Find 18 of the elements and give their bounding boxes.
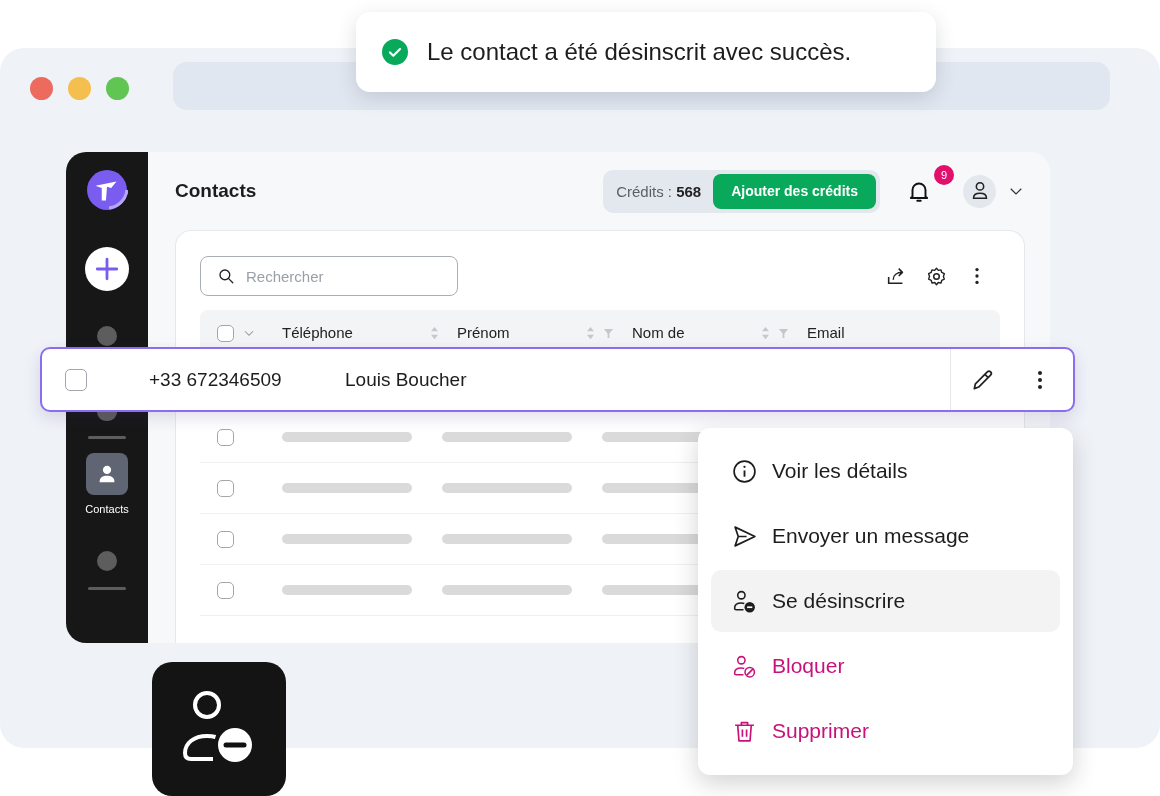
column-header[interactable]: Prénom	[457, 322, 510, 344]
notification-badge: 9	[934, 165, 954, 185]
menu-item[interactable]: Bloquer	[711, 635, 1060, 697]
column-header[interactable]: Nom de	[632, 322, 685, 344]
credits-count: Crédits : 568	[615, 182, 703, 200]
name-cell-text: Louis Boucher	[345, 368, 468, 391]
nav-label: Contacts	[85, 503, 129, 515]
search-field[interactable]: Rechercher	[200, 256, 458, 296]
column-header[interactable]: Téléphone	[282, 322, 353, 344]
phone-cell-text: +33 672346509	[149, 368, 283, 391]
toast-message: Le contact a été désinscrit avec succès.	[427, 38, 852, 66]
menu-item[interactable]: Envoyer un message	[711, 505, 1060, 567]
column-header[interactable]: Email	[807, 322, 845, 344]
menu-item[interactable]: Se désinscrire	[711, 570, 1060, 632]
page-title: Contacts	[175, 180, 258, 202]
menu-item[interactable]: Voir les détails	[711, 440, 1060, 502]
contact-row[interactable]: +33 672346509 Louis Boucher	[40, 347, 1075, 412]
menu-item[interactable]: Supprimer	[711, 700, 1060, 762]
